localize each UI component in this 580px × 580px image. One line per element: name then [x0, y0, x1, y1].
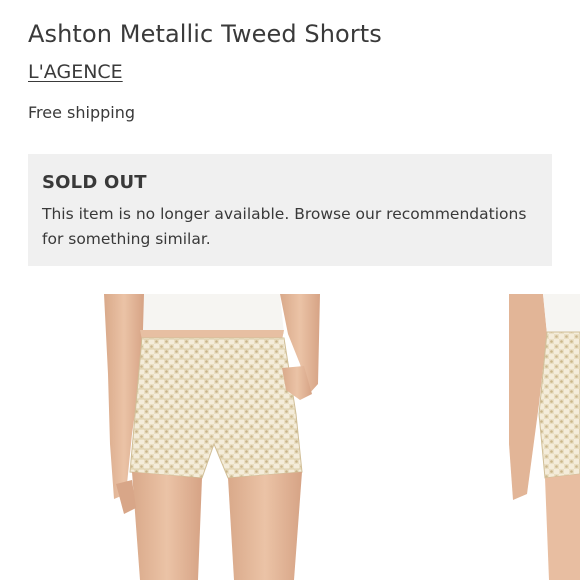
product-page: Ashton Metallic Tweed Shorts L'AGENCE Fr…: [0, 0, 580, 580]
product-title: Ashton Metallic Tweed Shorts: [28, 20, 382, 48]
shipping-info: Free shipping: [28, 103, 136, 122]
sold-out-notice: SOLD OUT This item is no longer availabl…: [28, 154, 552, 266]
product-photo-side: [509, 294, 580, 580]
product-image-main[interactable]: [104, 294, 320, 580]
brand-link[interactable]: L'AGENCE: [28, 61, 123, 83]
sold-out-message: This item is no longer available. Browse…: [42, 205, 527, 248]
sold-out-heading: SOLD OUT: [42, 172, 147, 193]
product-image-alternate[interactable]: [509, 294, 580, 580]
product-photo-front: [104, 294, 320, 580]
